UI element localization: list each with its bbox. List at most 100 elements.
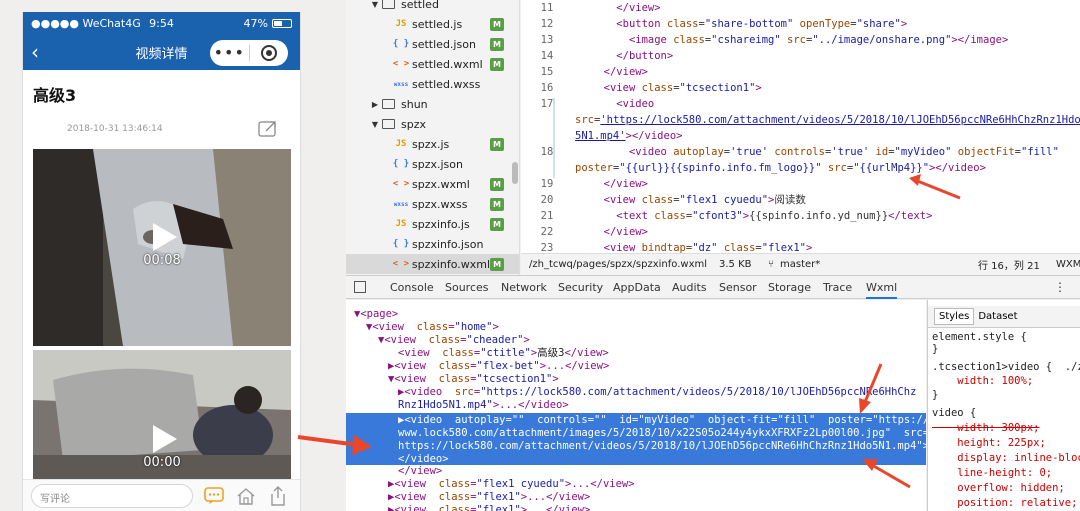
style-rule-line: width: 300px; xyxy=(932,422,1040,434)
file-tree-scrollbar[interactable] xyxy=(512,162,518,184)
tree-item[interactable]: { } spzxinfo.json xyxy=(346,234,519,254)
line-number: 21 xyxy=(540,210,554,222)
dom-node-page[interactable]: ▼<page> xyxy=(354,308,398,321)
play-overlay-1: 00:08 xyxy=(33,223,291,268)
tree-item[interactable]: < > spzxinfo.wxml M xyxy=(346,254,519,274)
dom-node-cheader[interactable]: ▼<view class="cheader"> xyxy=(378,334,530,347)
dom-node-cyuedu[interactable]: ▶<view class="flex1 cyuedu">...</view> xyxy=(388,478,635,491)
page-title: 高级3 xyxy=(33,86,77,105)
tree-item[interactable]: < > settled.wxml M xyxy=(346,54,519,74)
file-type-icon: { } xyxy=(392,239,410,249)
tree-item-label: settled.js xyxy=(412,17,463,31)
style-rule-line: line-height: 0; xyxy=(932,467,1053,479)
tree-item[interactable]: JS settled.js M xyxy=(346,14,519,34)
cursor-position[interactable]: 行 16，列 21 xyxy=(978,257,1040,272)
more-options-icon[interactable]: ⋮ xyxy=(1054,280,1066,294)
style-rule-line: } xyxy=(932,389,939,401)
caret-down-icon[interactable]: ▼ xyxy=(370,0,380,9)
tab-dataset[interactable]: Dataset xyxy=(978,311,1017,322)
comment-input[interactable]: 写评论 xyxy=(31,483,193,508)
tree-item[interactable]: JS spzx.js M xyxy=(346,134,519,154)
phone-status-bar: ●●●●● WeChat4G 9:54 47% xyxy=(23,12,300,34)
dom-node-tcsection1[interactable]: ▼<view class="tcsection1"> xyxy=(388,373,559,386)
play-icon[interactable] xyxy=(153,223,177,251)
tree-item-label: settled.wxml xyxy=(412,57,483,71)
dom-node-flex1[interactable]: ▶<view class="flex1">...</view> xyxy=(388,491,590,504)
tab-console[interactable]: Console xyxy=(390,281,434,294)
tree-item[interactable]: ▼ spzx xyxy=(346,114,519,134)
dom-selected-line-2: www.lock580.com/attachment/images/5/2018… xyxy=(398,427,926,439)
git-modified-badge: M xyxy=(490,37,504,51)
tree-item-label: settled.wxss xyxy=(412,77,481,91)
tree-item[interactable]: ▶ shun xyxy=(346,94,519,114)
target-icon xyxy=(260,45,277,61)
inspect-element-icon[interactable] xyxy=(354,281,366,293)
dom-node-ctitle[interactable]: <view class="ctitle">高级3</view> xyxy=(398,347,609,360)
tab-appdata[interactable]: AppData xyxy=(613,281,661,294)
annotation-arrow-left xyxy=(297,435,372,455)
code-line-14: </button> xyxy=(616,50,674,62)
git-branch[interactable]: master* xyxy=(780,259,820,270)
annotation-arrow-editor xyxy=(909,174,961,200)
git-modified-badge: M xyxy=(490,217,504,231)
code-line-23: <view bindtap="dz" class="flex1"> xyxy=(603,242,813,253)
style-rule-line: .tcsection1>video { ./zh xyxy=(932,361,1080,373)
tab-styles[interactable]: Styles xyxy=(934,308,975,325)
git-modified-badge: M xyxy=(490,17,504,31)
code-line-12: <button class="share-bottom" openType="s… xyxy=(616,18,908,30)
dom-node-video-src[interactable]: ▶<video src="https://lock580.com/attachm… xyxy=(398,386,916,399)
tree-item-label: spzx.wxml xyxy=(412,177,470,191)
close-miniprogram-button[interactable] xyxy=(250,45,289,61)
line-number: 13 xyxy=(540,34,554,46)
line-number: 20 xyxy=(540,194,554,206)
git-modified-badge: M xyxy=(490,197,504,211)
tab-sources[interactable]: Sources xyxy=(445,281,489,294)
upload-share-icon[interactable] xyxy=(267,485,289,507)
tab-trace[interactable]: Trace xyxy=(823,281,852,294)
tree-item-label: spzxinfo.js xyxy=(412,217,470,231)
dom-node-selected-video[interactable]: ▶<video autoplay="" controls="" id="myVi… xyxy=(346,413,926,465)
phone-simulator: ●●●●● WeChat4G 9:54 47% ‹ 视频详情 ••• 高级3 2… xyxy=(22,12,301,511)
tab-storage[interactable]: Storage xyxy=(768,281,811,294)
tab-wxml[interactable]: Wxml xyxy=(866,281,898,299)
line-number: 17 xyxy=(540,98,554,110)
more-menu-button[interactable]: ••• xyxy=(210,43,249,63)
tree-item[interactable]: wxss spzx.wxss M xyxy=(346,194,519,214)
share-icon[interactable] xyxy=(258,120,278,138)
tree-item[interactable]: { } settled.json M xyxy=(346,34,519,54)
video-duration-2: 00:00 xyxy=(143,455,181,470)
git-modified-badge: M xyxy=(490,137,504,151)
dom-selected-line-3: https://lock580.com/attachment/videos/5/… xyxy=(398,440,926,452)
tab-network[interactable]: Network xyxy=(501,281,547,294)
code-line-15: </view> xyxy=(603,66,648,78)
tab-security[interactable]: Security xyxy=(558,281,603,294)
dom-node-home[interactable]: ▼<view class="home"> xyxy=(366,321,499,334)
home-icon[interactable] xyxy=(235,485,257,507)
video-player-1[interactable]: 00:08 xyxy=(33,149,291,346)
tab-sensor[interactable]: Sensor xyxy=(719,281,757,294)
code-line-11: </view> xyxy=(616,2,661,14)
wxml-tree[interactable]: ▼<page> ▼<view class="home"> ▼<view clas… xyxy=(346,300,926,511)
dom-node-flex1-2[interactable]: ▶<view class="flex1">...</view> xyxy=(388,504,590,511)
video-player-2[interactable]: 00:00 xyxy=(33,350,291,480)
dom-node-video-src-wrap: Rnz1Hdo5N1.mp4">...</video> xyxy=(398,399,569,411)
tree-item[interactable]: wxss settled.wxss xyxy=(346,74,519,94)
tree-item[interactable]: < > spzx.wxml M xyxy=(346,174,519,194)
dom-node-flex-bet[interactable]: ▶<view class="flex-bet">...</view> xyxy=(388,360,609,373)
tree-item[interactable]: JS spzxinfo.js M xyxy=(346,214,519,234)
tree-item[interactable]: { } spzx.json xyxy=(346,154,519,174)
play-icon[interactable] xyxy=(153,425,177,453)
code-line-16: <view class="tcsection1"> xyxy=(603,82,762,94)
caret-right-icon[interactable]: ▶ xyxy=(370,100,380,109)
chevron-left-icon[interactable]: ‹ xyxy=(23,40,53,64)
caret-down-icon[interactable]: ▼ xyxy=(370,120,380,129)
battery-icon xyxy=(272,18,292,28)
tab-audits[interactable]: Audits xyxy=(672,281,707,294)
comment-icon[interactable] xyxy=(203,485,225,507)
code-editor[interactable]: 11 12 13 14 15 16 17 18 19 20 21 22 23 </view> <butt… xyxy=(521,0,1080,253)
code-line-21: <text class="cfont3">{{spinfo.info.yd_nu… xyxy=(616,210,933,222)
language-mode[interactable]: WXM xyxy=(1056,259,1080,270)
tree-item[interactable]: ▼ settled xyxy=(346,0,519,14)
file-type-icon: JS xyxy=(395,139,407,149)
styles-panel: Styles Dataset element.style { } .tcsect… xyxy=(927,300,1080,511)
